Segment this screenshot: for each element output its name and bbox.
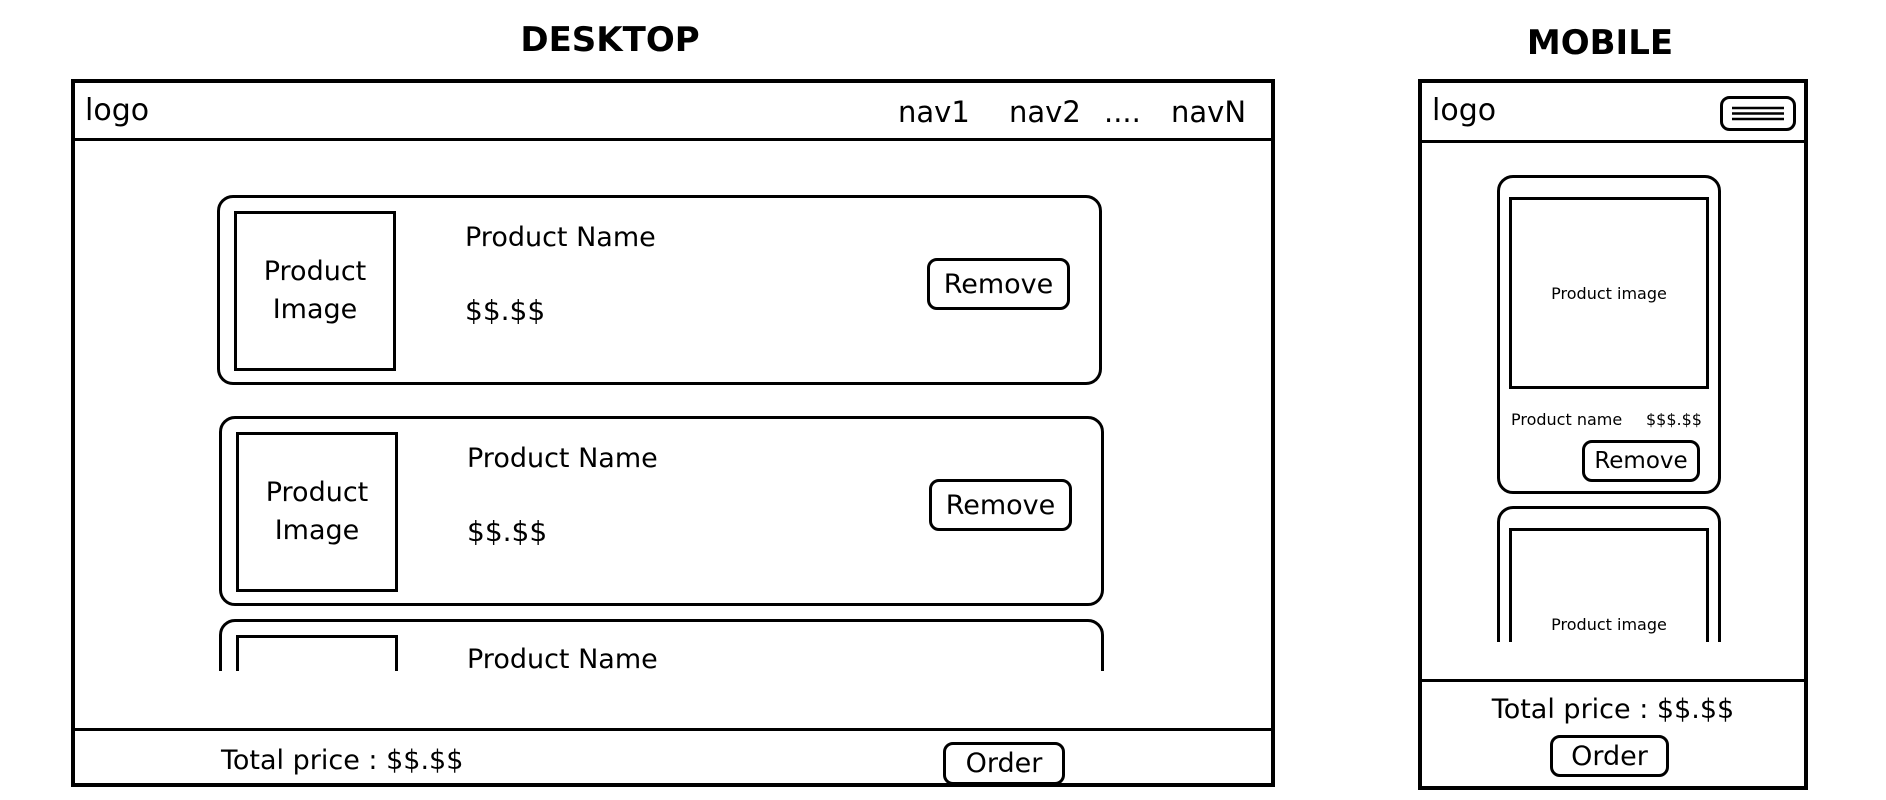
mobile-footer-divider <box>1422 679 1804 682</box>
product-image-placeholder: Product Image <box>234 211 396 371</box>
desktop-heading: DESKTOP <box>520 20 700 60</box>
mobile-total-price: Total price : $$.$$ <box>1491 694 1735 725</box>
mobile-frame: logo Product image Product name $$$.$$ R… <box>1418 79 1808 790</box>
product-price: $$.$$ <box>467 515 548 548</box>
desktop-product-card: Product Image Product Name $$.$$ Remove <box>219 416 1104 606</box>
desktop-nav-n[interactable]: navN <box>1171 95 1246 129</box>
desktop-product-card: Product Name <box>219 619 1104 671</box>
desktop-logo[interactable]: logo <box>85 93 149 128</box>
mobile-order-button[interactable]: Order <box>1550 735 1669 777</box>
product-name: Product Name <box>467 443 658 474</box>
remove-button[interactable]: Remove <box>927 258 1070 310</box>
desktop-product-card: Product Image Product Name $$.$$ Remove <box>217 195 1102 385</box>
desktop-nav-1[interactable]: nav1 <box>898 95 970 129</box>
desktop-total-price: Total price : $$.$$ <box>221 745 464 776</box>
remove-button[interactable]: Remove <box>1582 440 1700 482</box>
product-name: Product Name <box>465 222 656 253</box>
mobile-product-list[interactable]: Product image Product name $$$.$$ Remove… <box>1422 143 1804 642</box>
desktop-product-list[interactable]: Product Image Product Name $$.$$ Remove … <box>75 141 1271 671</box>
product-image-placeholder: Product Image <box>236 432 398 592</box>
mobile-product-card: Product image <box>1497 506 1721 642</box>
product-image-placeholder: Product image <box>1509 528 1709 642</box>
product-name: Product name <box>1511 410 1623 429</box>
product-image-placeholder <box>236 635 398 671</box>
product-price: $$$.$$ <box>1646 410 1702 429</box>
mobile-heading: MOBILE <box>1526 23 1674 63</box>
mobile-logo[interactable]: logo <box>1432 93 1496 128</box>
product-price: $$.$$ <box>465 294 546 327</box>
desktop-footer-divider <box>75 728 1271 731</box>
mobile-product-card: Product image Product name $$$.$$ Remove <box>1497 175 1721 494</box>
remove-button[interactable]: Remove <box>929 479 1072 531</box>
product-image-placeholder: Product image <box>1509 197 1709 389</box>
desktop-nav-ellipsis: .... <box>1104 95 1141 129</box>
desktop-frame: logo nav1 nav2 .... navN Product Image P… <box>71 79 1275 787</box>
desktop-order-button[interactable]: Order <box>943 742 1065 785</box>
hamburger-menu-icon[interactable] <box>1720 96 1796 131</box>
desktop-nav-2[interactable]: nav2 <box>1009 95 1081 129</box>
product-name: Product Name <box>467 644 658 671</box>
